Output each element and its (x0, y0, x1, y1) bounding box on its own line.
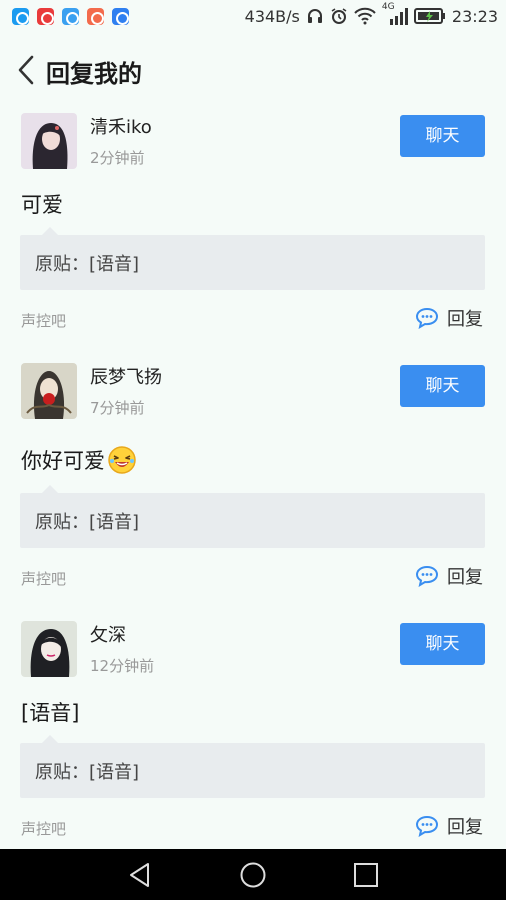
reply-button[interactable]: 回复 (415, 563, 483, 589)
original-post-text: 原贴：[语音] (35, 254, 140, 275)
timestamp: 2分钟前 (90, 149, 145, 167)
comment-icon (415, 815, 439, 837)
reply-label: 回复 (447, 309, 483, 330)
app-notification-icon (12, 8, 29, 25)
reply-text: 可爱 (21, 193, 63, 217)
app-notification-icon (112, 8, 129, 25)
original-post-box[interactable]: 原贴：[语音] (20, 227, 485, 290)
nav-back-icon[interactable] (126, 861, 154, 889)
page-title: 回复我的 (46, 60, 142, 88)
avatar[interactable] (21, 621, 77, 677)
nav-home-icon[interactable] (239, 861, 267, 889)
avatar[interactable] (21, 113, 77, 169)
nav-recents-icon[interactable] (352, 861, 380, 889)
alarm-icon (331, 8, 347, 24)
avatar[interactable] (21, 363, 77, 419)
chat-button[interactable]: 聊天 (400, 115, 485, 157)
headphones-icon (307, 9, 322, 23)
forum-name[interactable]: 声控吧 (21, 568, 66, 589)
clock: 23:23 (451, 6, 498, 26)
system-nav-bar (0, 849, 506, 900)
reply-text: 你好可爱 (21, 449, 105, 473)
app-notification-icon (37, 8, 54, 25)
chat-button[interactable]: 聊天 (400, 623, 485, 665)
username[interactable]: 攵深 (90, 621, 126, 647)
reply-button[interactable]: 回复 (415, 305, 483, 331)
original-post-box[interactable]: 原贴：[语音] (20, 485, 485, 548)
original-post-text: 原贴：[语音] (35, 762, 140, 783)
status-bar: 434B/s 4G 23:23 (0, 0, 506, 34)
cell-signal: 4G (382, 2, 408, 26)
header: 回复我的 (0, 34, 506, 104)
reply-content: 你好可爱 (21, 445, 137, 475)
system-status: 434B/s 4G 23:23 (244, 2, 498, 26)
net-speed: 434B/s (244, 6, 300, 26)
original-post-text: 原贴：[语音] (35, 512, 140, 533)
signal-icon (389, 8, 408, 25)
notification-icons (12, 8, 129, 25)
reply-text: [语音] (21, 701, 80, 725)
app-notification-icon (87, 8, 104, 25)
back-arrow-icon[interactable] (14, 54, 40, 86)
username[interactable]: 辰梦飞扬 (90, 363, 162, 389)
app-notification-icon (62, 8, 79, 25)
laughing-emoji-icon (108, 446, 136, 474)
timestamp: 12分钟前 (90, 657, 155, 675)
reply-content: 可爱 (21, 189, 63, 219)
chat-button[interactable]: 聊天 (400, 365, 485, 407)
comment-icon (415, 307, 439, 329)
wifi-icon (354, 7, 376, 25)
username[interactable]: 清禾iko (90, 113, 152, 139)
reply-content: [语音] (21, 697, 79, 727)
original-post-box[interactable]: 原贴：[语音] (20, 735, 485, 798)
battery-charging-icon (413, 8, 445, 24)
forum-name[interactable]: 声控吧 (21, 818, 66, 839)
reply-label: 回复 (447, 817, 483, 838)
reply-label: 回复 (447, 567, 483, 588)
forum-name[interactable]: 声控吧 (21, 310, 66, 331)
timestamp: 7分钟前 (90, 399, 145, 417)
reply-button[interactable]: 回复 (415, 813, 483, 839)
comment-icon (415, 565, 439, 587)
